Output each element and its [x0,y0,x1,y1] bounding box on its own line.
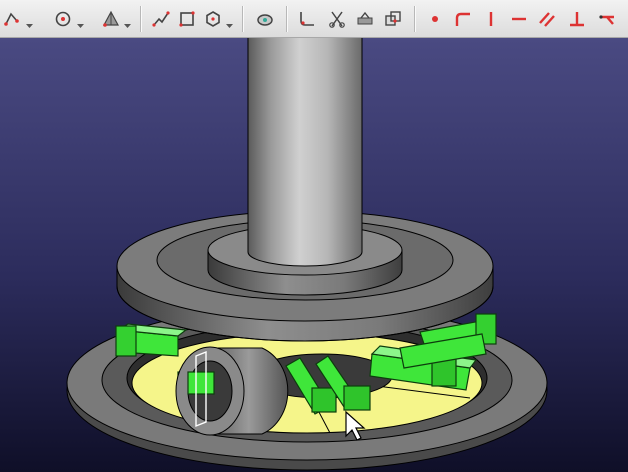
pyramid-tool-button[interactable] [100,8,122,30]
scissors-icon [329,11,345,28]
rectangle-tool-button[interactable] [176,8,198,30]
fillet-icon [300,12,314,26]
circle-tool-button[interactable] [52,8,74,30]
3d-scene[interactable] [0,38,628,472]
point-constraint-button[interactable] [424,8,446,30]
toolbar-separator [242,6,243,32]
bushing-cylinder[interactable] [175,346,289,436]
vertical-shaft[interactable] [247,38,363,267]
symmetric-icon [599,15,614,25]
toolbar [0,0,628,38]
trim-tool-button[interactable] [326,8,348,30]
external-geometry-button[interactable] [254,8,276,30]
parallel-icon [539,12,555,27]
vertical-constraint-button[interactable] [480,8,502,30]
sketch-tool-button[interactable] [2,8,24,30]
polyline-icon [152,11,170,27]
clone-icon [385,11,401,26]
pyramid-dropdown-arrow[interactable] [124,15,131,28]
perpendicular-constraint-button[interactable] [566,8,588,30]
sketch-icon [4,12,19,26]
polyline-tool-button[interactable] [150,8,172,30]
horizontal-icon [512,17,526,21]
tangent-icon [455,12,470,26]
pyramid-icon [102,10,120,27]
clone-tool-button[interactable] [382,8,404,30]
tangent-constraint-button[interactable] [452,8,474,30]
construction-icon [357,11,373,25]
perpendicular-icon [570,12,584,27]
circle-dropdown-arrow[interactable] [77,15,84,28]
toolbar-separator [140,6,141,32]
construction-mode-button[interactable] [354,8,376,30]
circle-target-icon [55,11,71,27]
fillet-tool-button[interactable] [296,8,318,30]
symmetric-constraint-button[interactable] [596,8,618,30]
parallel-constraint-button[interactable] [536,8,558,30]
point-icon [432,16,438,22]
hexagon-tool-button[interactable] [202,8,224,30]
toolbar-separator [414,6,415,32]
rectangle-icon [179,11,195,27]
sketch-dropdown-arrow[interactable] [26,15,33,28]
vertical-icon [489,12,493,26]
hexagon-icon [206,11,220,27]
hexagon-dropdown-arrow[interactable] [226,15,233,28]
3d-viewport[interactable] [0,38,628,472]
toolbar-separator [286,6,287,32]
external-geometry-icon [257,14,273,26]
horizontal-constraint-button[interactable] [508,8,530,30]
